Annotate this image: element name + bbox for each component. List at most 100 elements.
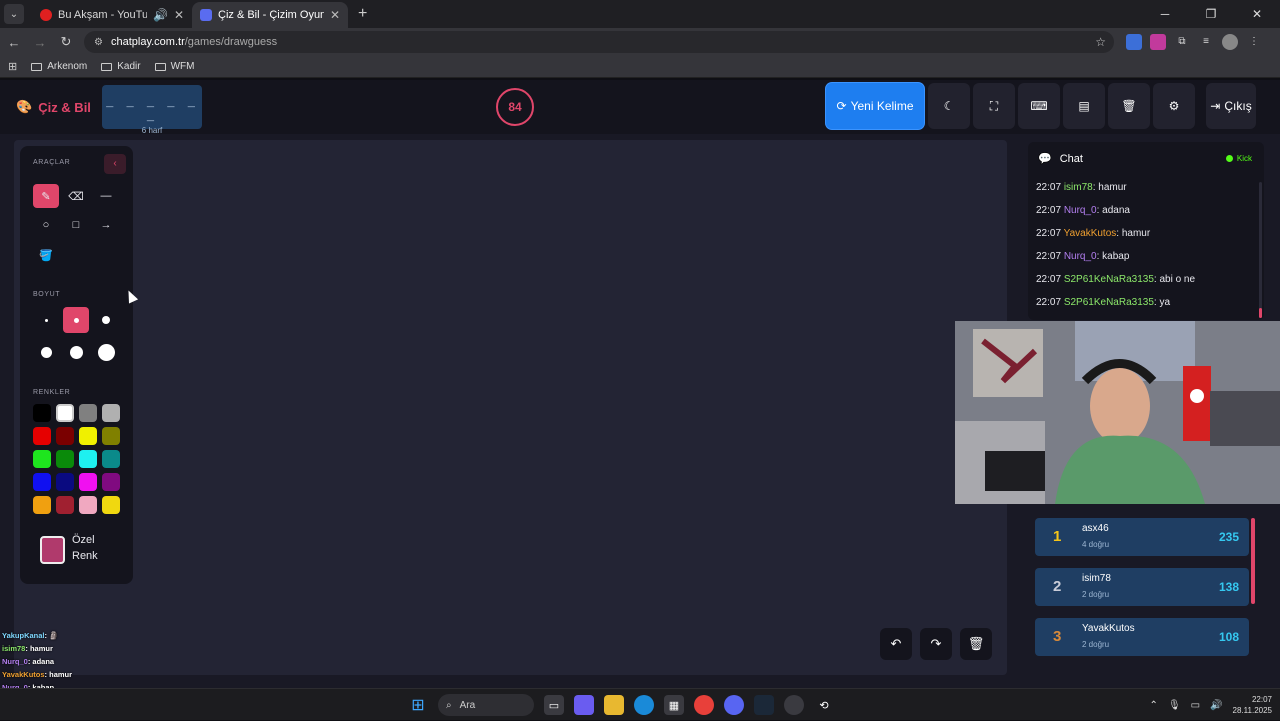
bookmark-folder[interactable]: Kadir [101,61,141,72]
size-option-2[interactable] [63,307,89,333]
sign-out-icon: ⇥ [1210,99,1221,113]
brush-tool[interactable]: ✎ [33,184,59,208]
leaderboard-scrollbar[interactable] [1251,518,1255,604]
color-swatch[interactable] [102,473,120,491]
size-option-6[interactable] [93,339,119,365]
color-swatch[interactable] [79,473,97,491]
copilot-icon[interactable] [574,695,594,715]
chat-scrollbar[interactable] [1259,182,1262,318]
microphone-icon[interactable]: 🎙 [1168,700,1181,711]
custom-color-swatch[interactable] [40,536,65,564]
app-icon[interactable]: ⟲ [814,695,834,715]
color-swatch[interactable] [33,450,51,468]
undo-button[interactable]: ↶ [880,628,912,660]
apps-grid-icon[interactable]: ⊞ [8,60,17,73]
new-tab-button[interactable]: + [358,5,367,23]
color-swatch[interactable] [56,450,74,468]
taskbar-clock[interactable]: 22:07 28.11.2025 [1233,694,1272,716]
size-option-3[interactable] [93,307,119,333]
steam-icon[interactable] [754,695,774,715]
restore-icon[interactable]: ❐ [1188,0,1234,28]
forward-icon[interactable]: → [28,35,52,50]
minimize-icon[interactable]: ─ [1142,0,1188,28]
arrow-tool[interactable]: → [93,213,119,237]
extension-icon[interactable] [1150,34,1166,50]
size-option-4[interactable] [33,339,59,365]
collapse-panel-button[interactable]: ‹ [104,154,126,174]
color-swatch[interactable] [33,496,51,514]
leaderboard-entry: 3 YavakKutos 2 doğru 108 [1035,618,1249,656]
tab-ciz-bil[interactable]: Çiz & Bil - Çizim Oyunu ✕ [192,2,348,28]
color-swatch[interactable] [33,473,51,491]
color-swatch[interactable] [56,427,74,445]
clock-time: 22:07 [1251,695,1272,704]
exit-button[interactable]: ⇥ Çıkış [1206,83,1256,129]
bookmark-folder[interactable]: WFM [154,61,194,72]
drawing-canvas[interactable] [14,140,1007,675]
color-swatch[interactable] [79,404,97,422]
color-swatch[interactable] [102,404,120,422]
line-tool[interactable]: — [93,184,119,208]
rectangle-tool[interactable]: □ [63,213,89,237]
eraser-tool[interactable]: ⌫ [63,184,89,208]
close-tab-icon[interactable]: ✕ [330,8,340,22]
dark-mode-button[interactable]: ☾ [928,83,970,129]
custom-color-label[interactable]: Özel Renk [72,532,98,564]
bookmark-star-icon[interactable]: ☆ [1095,35,1106,49]
color-swatch[interactable] [79,496,97,514]
fill-tool[interactable]: 🪣 [33,243,59,267]
new-word-button[interactable]: ⟳ Yeni Kelime [826,83,924,129]
fullscreen-button[interactable]: ⛶ [973,83,1015,129]
store-icon[interactable]: ▦ [664,695,684,715]
media-icon[interactable]: ≡ [1198,34,1214,50]
close-window-icon[interactable]: ✕ [1234,0,1280,28]
obs-icon[interactable] [784,695,804,715]
arrow-right-icon: → [100,219,112,231]
tab-search-button[interactable]: ⌄ [4,4,24,24]
discord-icon[interactable] [724,695,744,715]
clear-canvas-button[interactable]: 🗑 [960,628,992,660]
task-view-icon[interactable]: ▭ [544,695,564,715]
windows-start-icon[interactable]: ⊞ [408,695,428,715]
url-field[interactable]: ⚙ chatplay.com.tr/games/drawguess ☆ [84,31,1114,53]
extensions-puzzle-icon[interactable]: ⧉ [1174,34,1190,50]
word-blanks: _ _ _ _ _ _ [106,96,198,124]
file-explorer-icon[interactable] [604,695,624,715]
chrome-icon[interactable] [694,695,714,715]
color-swatch[interactable] [102,496,120,514]
color-swatch[interactable] [79,450,97,468]
chevron-up-icon[interactable]: ⌃ [1150,700,1158,711]
color-swatch[interactable] [102,427,120,445]
menu-kebab-icon[interactable]: ⋮ [1246,34,1262,50]
size-option-5[interactable] [63,339,89,365]
keyboard-button[interactable]: ⌨ [1018,83,1060,129]
size-option-1[interactable] [33,307,59,333]
site-info-icon[interactable]: ⚙ [94,37,103,48]
clear-button[interactable]: 🗑 [1108,83,1150,129]
volume-icon[interactable]: 🔊 [1210,700,1222,711]
color-swatch[interactable] [56,496,74,514]
color-swatch[interactable] [33,427,51,445]
close-tab-icon[interactable]: ✕ [174,8,184,22]
tab-youtube-music[interactable]: Bu Akşam - YouTube Music 🔊 ✕ [32,2,192,28]
color-swatch[interactable] [56,404,74,422]
speaker-icon[interactable]: 🔊 [153,8,168,22]
network-icon[interactable]: ▭ [1191,700,1200,711]
profile-avatar[interactable] [1222,34,1238,50]
taskbar-search[interactable]: ⌕ Ara [438,694,534,716]
back-icon[interactable]: ← [2,35,26,50]
archive-button[interactable]: ▤ [1063,83,1105,129]
bookmark-folder[interactable]: Arkenom [31,61,87,72]
redo-button[interactable]: ↷ [920,628,952,660]
color-swatch[interactable] [56,473,74,491]
color-swatch[interactable] [102,450,120,468]
circle-tool[interactable]: ○ [33,213,59,237]
settings-button[interactable]: ⚙ [1153,83,1195,129]
color-swatch[interactable] [79,427,97,445]
reload-icon[interactable]: ↻ [54,34,78,50]
keyboard-icon: ⌨ [1030,99,1048,113]
edge-icon[interactable] [634,695,654,715]
translate-extension-icon[interactable] [1126,34,1142,50]
webcam-overlay [955,321,1280,504]
color-swatch[interactable] [33,404,51,422]
